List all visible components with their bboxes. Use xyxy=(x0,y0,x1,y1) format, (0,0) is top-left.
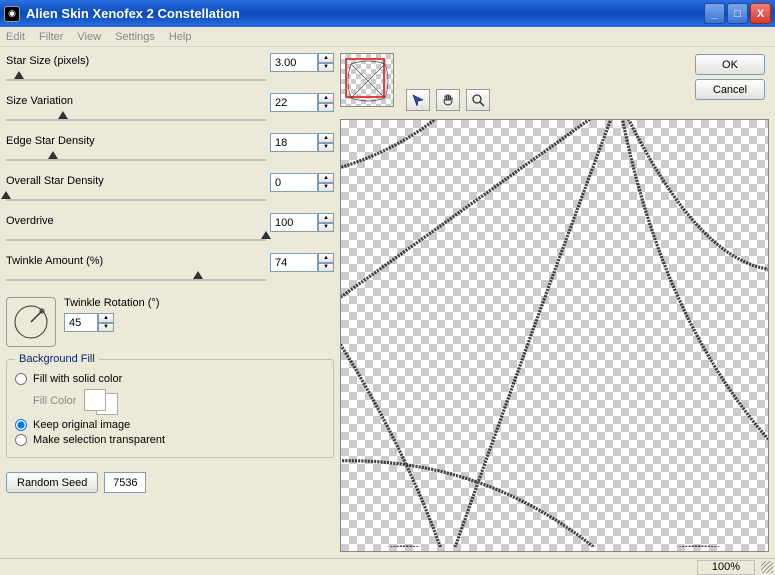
spin-up[interactable]: ▲ xyxy=(318,213,334,223)
twinkle-rotation-label: Twinkle Rotation (°) xyxy=(64,297,160,309)
spin-down[interactable]: ▼ xyxy=(318,143,334,153)
zoom-level: 100% xyxy=(697,560,755,575)
move-tool-icon[interactable] xyxy=(406,89,430,111)
thumbnail-preview[interactable] xyxy=(340,53,394,107)
spin-up[interactable]: ▲ xyxy=(318,133,334,143)
maximize-button[interactable]: □ xyxy=(727,3,748,24)
fill-color-label: Fill Color xyxy=(33,395,76,407)
param-label: Edge Star Density xyxy=(6,135,95,147)
radio-keep-original[interactable]: Keep original image xyxy=(15,419,325,431)
radio-transparent[interactable]: Make selection transparent xyxy=(15,434,325,446)
overall-density-input[interactable] xyxy=(270,173,318,192)
minimize-button[interactable]: _ xyxy=(704,3,725,24)
star-size-input[interactable] xyxy=(270,53,318,72)
param-label: Twinkle Amount (%) xyxy=(6,255,103,267)
slider-track[interactable] xyxy=(6,199,266,201)
twinkle-rotation-group: Twinkle Rotation (°) ▲▼ xyxy=(6,293,334,347)
spin-down[interactable]: ▼ xyxy=(318,63,334,73)
cancel-button[interactable]: Cancel xyxy=(695,79,765,100)
param-size-variation: Size Variation ▲▼ xyxy=(6,93,334,127)
fill-color-row: Fill Color xyxy=(33,389,325,413)
menu-edit[interactable]: Edit xyxy=(6,31,25,43)
close-button[interactable]: X xyxy=(750,3,771,24)
param-label: Star Size (pixels) xyxy=(6,55,89,67)
spin-down[interactable]: ▼ xyxy=(318,183,334,193)
param-overdrive: Overdrive ▲▼ xyxy=(6,213,334,247)
spin-up[interactable]: ▲ xyxy=(98,313,114,323)
overdrive-input[interactable] xyxy=(270,213,318,232)
window-title: Alien Skin Xenofex 2 Constellation xyxy=(26,6,704,21)
rotation-dial[interactable] xyxy=(6,297,56,347)
spin-up[interactable]: ▲ xyxy=(318,173,334,183)
spin-down[interactable]: ▼ xyxy=(318,263,334,273)
menu-settings[interactable]: Settings xyxy=(115,31,155,43)
slider-track[interactable] xyxy=(6,239,266,241)
status-bar: 100% xyxy=(0,558,775,575)
hand-tool-icon[interactable] xyxy=(436,89,460,111)
zoom-tool-icon[interactable] xyxy=(466,89,490,111)
resize-grip-icon[interactable] xyxy=(761,561,773,573)
background-fill-group: Background Fill Fill with solid color Fi… xyxy=(6,359,334,458)
seed-input[interactable] xyxy=(104,472,146,493)
spin-down[interactable]: ▼ xyxy=(318,103,334,113)
menu-view[interactable]: View xyxy=(77,31,101,43)
param-edge-density: Edge Star Density ▲▼ xyxy=(6,133,334,167)
random-seed-button[interactable]: Random Seed xyxy=(6,472,98,493)
param-overall-density: Overall Star Density ▲▼ xyxy=(6,173,334,207)
param-twinkle-amount: Twinkle Amount (%) ▲▼ xyxy=(6,253,334,287)
size-variation-input[interactable] xyxy=(270,93,318,112)
ok-button[interactable]: OK xyxy=(695,54,765,75)
controls-panel: Star Size (pixels) ▲▼ Size Variation ▲▼ … xyxy=(6,53,334,552)
slider-track[interactable] xyxy=(6,119,266,121)
main-preview[interactable] xyxy=(340,119,769,552)
radio-fill-solid[interactable]: Fill with solid color xyxy=(15,373,325,385)
param-label: Overall Star Density xyxy=(6,175,104,187)
spin-down[interactable]: ▼ xyxy=(318,223,334,233)
slider-track[interactable] xyxy=(6,159,266,161)
param-label: Size Variation xyxy=(6,95,73,107)
twinkle-rotation-input[interactable] xyxy=(64,313,98,332)
param-label: Overdrive xyxy=(6,215,54,227)
app-icon: ◉ xyxy=(4,6,20,22)
spin-down[interactable]: ▼ xyxy=(98,323,114,333)
spin-up[interactable]: ▲ xyxy=(318,93,334,103)
title-bar: ◉ Alien Skin Xenofex 2 Constellation _ □… xyxy=(0,0,775,27)
slider-track[interactable] xyxy=(6,79,266,81)
slider-track[interactable] xyxy=(6,279,266,281)
menu-help[interactable]: Help xyxy=(169,31,192,43)
spin-up[interactable]: ▲ xyxy=(318,253,334,263)
twinkle-amount-input[interactable] xyxy=(270,253,318,272)
menu-bar: Edit Filter View Settings Help xyxy=(0,27,775,47)
spin-up[interactable]: ▲ xyxy=(318,53,334,63)
fill-color-swatch[interactable] xyxy=(84,389,124,413)
param-star-size: Star Size (pixels) ▲▼ xyxy=(6,53,334,87)
edge-density-input[interactable] xyxy=(270,133,318,152)
group-legend: Background Fill xyxy=(15,353,99,365)
menu-filter[interactable]: Filter xyxy=(39,31,63,43)
